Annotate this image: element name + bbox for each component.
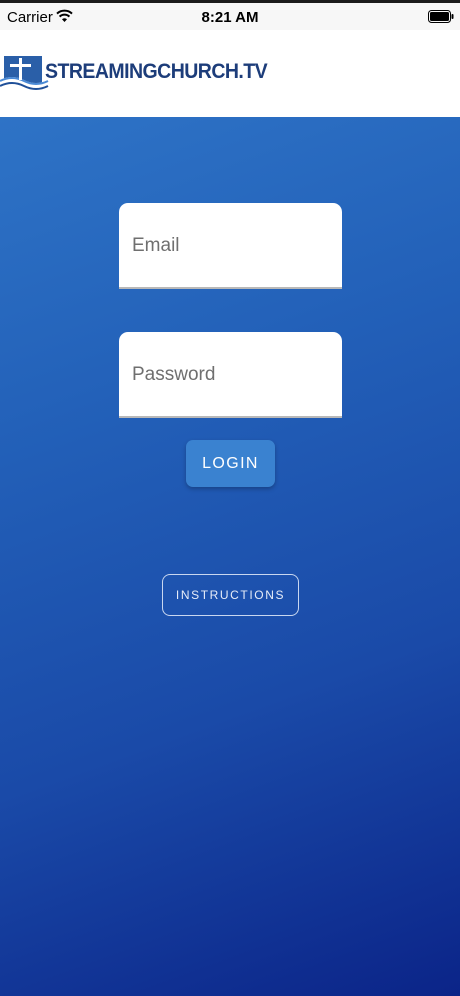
email-field[interactable] bbox=[119, 203, 342, 289]
email-input[interactable] bbox=[132, 203, 332, 289]
login-button[interactable]: LOGIN bbox=[186, 440, 275, 487]
logo-text: STREAMINGCHURCH.TV bbox=[45, 60, 268, 83]
app-header: STREAMINGCHURCH.TV bbox=[0, 30, 460, 117]
status-bar: Carrier 8:21 AM bbox=[0, 0, 460, 30]
status-time: 8:21 AM bbox=[201, 9, 259, 26]
password-field[interactable] bbox=[119, 332, 342, 418]
instructions-button[interactable]: INSTRUCTIONS bbox=[162, 574, 299, 616]
password-input[interactable] bbox=[132, 332, 332, 418]
battery-icon bbox=[428, 10, 454, 23]
login-screen: LOGIN INSTRUCTIONS bbox=[0, 117, 460, 996]
